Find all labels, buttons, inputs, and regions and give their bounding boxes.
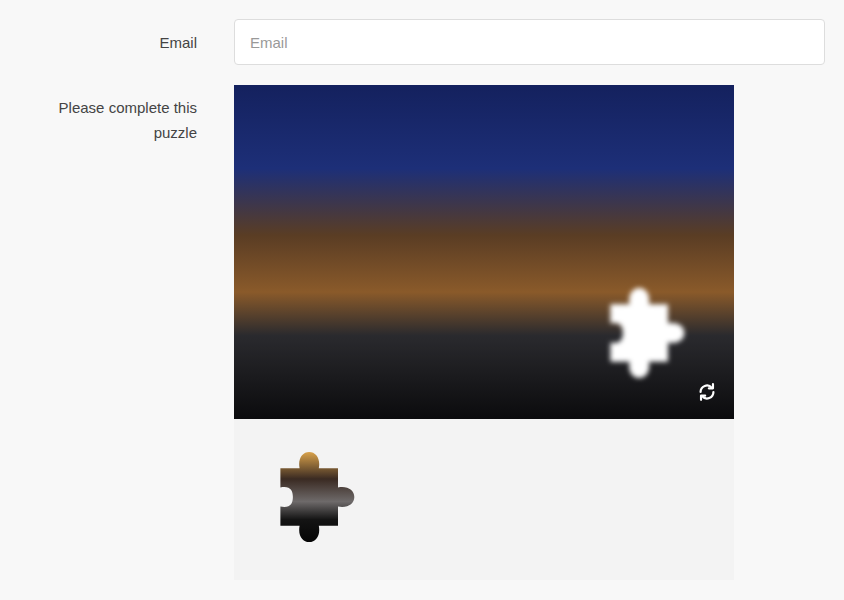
captcha-photo: [234, 85, 734, 419]
form: Email Please complete this puzzle: [0, 19, 844, 580]
puzzle-hole-icon: [596, 280, 692, 386]
puzzle-tray: [234, 419, 734, 580]
email-input[interactable]: [234, 19, 825, 65]
puzzle-captcha: [234, 85, 734, 580]
refresh-icon: [696, 381, 718, 403]
refresh-button[interactable]: [694, 379, 720, 405]
puzzle-piece-icon[interactable]: [266, 444, 362, 550]
captcha-label: Please complete this puzzle: [0, 85, 197, 580]
email-label: Email: [0, 30, 197, 55]
signup-page: Email Please complete this puzzle: [0, 0, 844, 600]
